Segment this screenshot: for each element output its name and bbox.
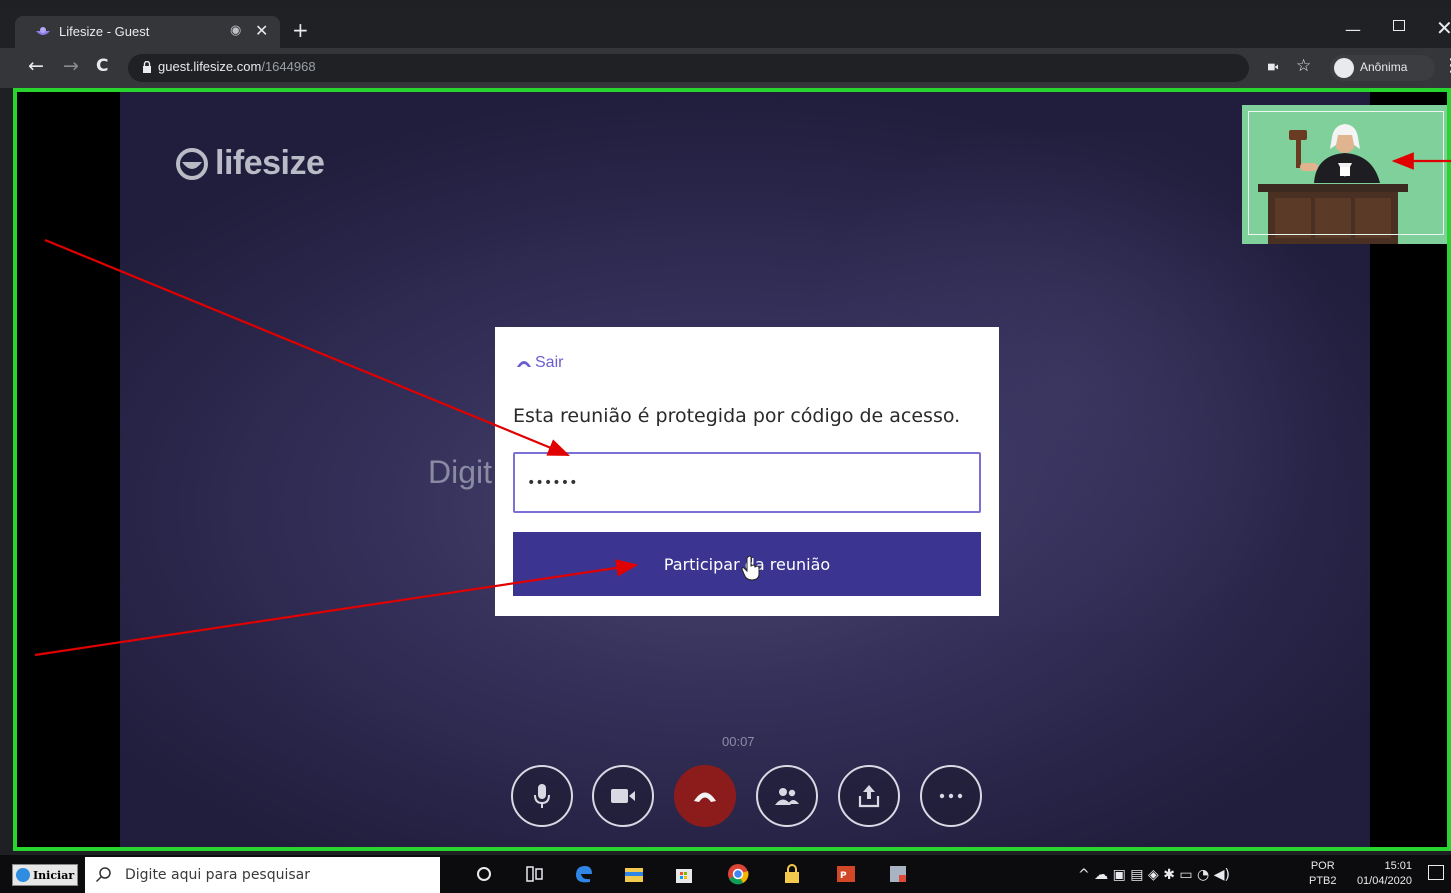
end-call-icon: [694, 792, 716, 802]
microphone-button[interactable]: [511, 765, 573, 827]
clock-date: 01/04/2020: [1356, 875, 1412, 887]
back-arrow-icon[interactable]: ←: [28, 55, 44, 77]
store-icon[interactable]: [672, 862, 696, 886]
window-close-icon[interactable]: ✕: [1436, 16, 1451, 40]
tab-close-icon[interactable]: ✕: [255, 21, 268, 40]
share-upload-icon: [858, 785, 880, 808]
hang-up-icon: [517, 361, 531, 367]
search-icon: [95, 867, 111, 883]
exit-link[interactable]: Sair: [515, 354, 563, 372]
browser-tab-bar: Lifesize - Guest ◉ ✕ + — ✕: [0, 8, 1451, 48]
browser-menu-icon[interactable]: ⋮: [1442, 55, 1451, 76]
input-language[interactable]: POR PTB2: [1309, 859, 1337, 889]
start-button[interactable]: Iniciar: [12, 864, 78, 886]
system-tray-icons[interactable]: ^ ☁ ▣ ▤ ◈ ✱ ▭ ◔ ◀): [1078, 867, 1230, 883]
clock-time: 15:01: [1384, 860, 1412, 872]
screen: Lifesize - Guest ◉ ✕ + — ✕ ← → C guest.l…: [0, 0, 1451, 893]
notification-center-icon[interactable]: [1428, 865, 1444, 880]
hand-pointer-icon: [741, 555, 760, 581]
start-label: Iniciar: [33, 868, 75, 882]
camera-button[interactable]: [592, 765, 654, 827]
window-minimize-icon[interactable]: —: [1345, 20, 1361, 39]
new-tab-icon[interactable]: +: [292, 18, 309, 42]
tab-recording-icon: ◉: [230, 23, 242, 38]
bookmark-star-icon[interactable]: ☆: [1296, 56, 1311, 76]
self-view-thumbnail[interactable]: [1242, 105, 1447, 244]
hang-up-button[interactable]: [674, 765, 736, 827]
windows-taskbar: Iniciar Digite aqui para pesquisar P ^ ☁…: [0, 855, 1451, 893]
incognito-badge[interactable]: Anônima: [1330, 55, 1435, 81]
self-view-frame: [1248, 111, 1444, 235]
meeting-stage: lifesize Digit Sair Esta reunião é prote…: [120, 92, 1370, 847]
more-dots-icon: [939, 793, 963, 799]
access-code-dialog: Sair Esta reunião é protegida por código…: [495, 327, 999, 616]
address-bar[interactable]: guest.lifesize.com/1644968: [128, 54, 1249, 82]
participants-button[interactable]: [756, 765, 818, 827]
url-host: guest.lifesize.com: [158, 59, 262, 74]
lang-bottom: PTB2: [1309, 875, 1337, 887]
access-code-input[interactable]: [513, 452, 981, 513]
exit-label: Sair: [535, 354, 564, 371]
lock-app-icon[interactable]: [780, 862, 804, 886]
lock-icon: [143, 61, 151, 73]
cortana-icon[interactable]: [472, 862, 496, 886]
start-orb-icon: [16, 868, 30, 882]
tab-title: Lifesize - Guest: [59, 24, 150, 39]
powerpoint-icon[interactable]: P: [834, 862, 858, 886]
share-button[interactable]: [838, 765, 900, 827]
lifesize-logo: lifesize: [175, 144, 325, 183]
participants-icon: [775, 788, 799, 805]
task-view-icon[interactable]: [522, 862, 546, 886]
browser-tab[interactable]: Lifesize - Guest ◉ ✕: [15, 16, 280, 48]
more-options-button[interactable]: [920, 765, 982, 827]
logo-text: lifesize: [215, 144, 325, 182]
incognito-icon: [1334, 58, 1354, 78]
url-text: guest.lifesize.com/1644968: [158, 59, 316, 74]
file-explorer-icon[interactable]: [622, 862, 646, 886]
camera-indicator-icon[interactable]: [1268, 61, 1278, 73]
lifesize-favicon-icon: [36, 27, 50, 35]
background-prompt-text: Digit: [428, 454, 493, 490]
lang-top: POR: [1310, 860, 1335, 872]
microphone-icon: [534, 784, 550, 808]
search-placeholder: Digite aqui para pesquisar: [125, 867, 311, 883]
browser-toolbar: ← → C guest.lifesize.com/1644968 ☆ Anôni…: [0, 48, 1451, 88]
taskbar-search-box[interactable]: Digite aqui para pesquisar: [85, 857, 440, 893]
url-path: /1644968: [261, 59, 316, 74]
call-timer: 00:07: [722, 734, 755, 749]
dialog-message: Esta reunião é protegida por código de a…: [513, 405, 961, 427]
video-camera-icon: [611, 789, 635, 803]
chrome-icon[interactable]: [726, 862, 750, 886]
taskbar-clock[interactable]: 15:01 01/04/2020: [1346, 859, 1412, 889]
lifesize-logo-icon: [176, 147, 208, 180]
reload-icon[interactable]: C: [96, 56, 108, 76]
window-restore-icon[interactable]: [1393, 20, 1405, 31]
svg-text:P: P: [840, 871, 847, 881]
edge-browser-icon[interactable]: [572, 862, 596, 886]
app-window-icon[interactable]: [886, 862, 910, 886]
incognito-label: Anônima: [1360, 60, 1408, 74]
page-viewport: lifesize Digit Sair Esta reunião é prote…: [13, 88, 1451, 851]
forward-arrow-icon[interactable]: →: [63, 55, 79, 77]
